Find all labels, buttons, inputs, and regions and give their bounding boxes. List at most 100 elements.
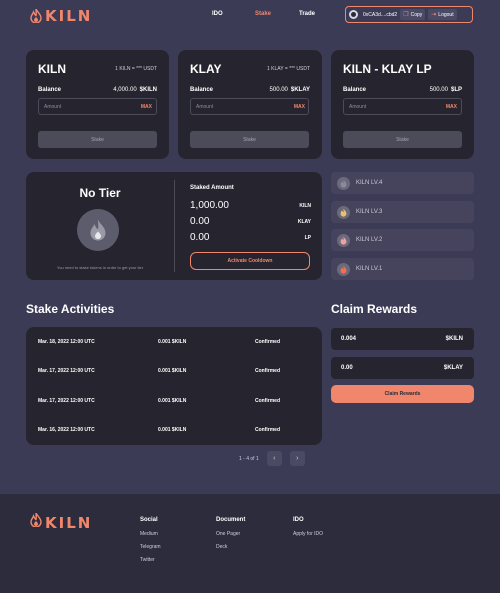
activity-status: Confirmed <box>255 368 280 374</box>
balance-unit: $KLAY <box>290 87 310 93</box>
footer-link-twitter[interactable]: Twitter <box>140 557 161 563</box>
flame-logo-icon <box>30 512 42 532</box>
card-title: KLAY <box>190 62 222 76</box>
staked-unit: KILN <box>299 202 311 209</box>
tier-card: No Tier You need to stake tokens in orde… <box>26 172 322 280</box>
pagination-text: 1 - 4 of 1 <box>239 455 259 462</box>
nav-ido[interactable]: IDO <box>212 11 223 17</box>
table-row: Mar. 17, 2022 12:00 UTC 0.001 $KILN Conf… <box>26 356 322 385</box>
footer-heading: Social <box>140 517 158 523</box>
staked-value: 1,000.00 <box>190 200 229 211</box>
level-label: KILN LV.1 <box>356 266 383 272</box>
balance-value: 500.00 $LP <box>430 87 462 93</box>
max-button[interactable]: MAX <box>446 104 457 110</box>
prev-page-button[interactable]: ‹ <box>266 451 282 466</box>
balance-amount: 500.00 <box>429 87 448 93</box>
staked-amount-title: Staked Amount <box>190 185 234 191</box>
logout-icon: ⇥ <box>431 12 437 18</box>
pagination: 1 - 4 of 1 ‹ › <box>239 451 305 466</box>
nav-trade[interactable]: Trade <box>299 11 315 17</box>
level-label: KILN LV.3 <box>356 209 383 215</box>
staked-row-kiln: 1,000.00 KILN <box>190 200 311 211</box>
claim-rewards-button[interactable]: Claim Rewards <box>331 385 474 403</box>
stake-activities-title: Stake Activities <box>26 302 115 316</box>
activities-table: Mar. 18, 2022 12:00 UTC 0.001 $KILN Conf… <box>26 327 322 445</box>
reward-item-kiln: 0.004 $KILN <box>331 328 474 350</box>
table-row: Mar. 17, 2022 12:00 UTC 0.001 $KILN Conf… <box>26 386 322 415</box>
stake-button[interactable]: Stake <box>190 131 309 148</box>
staked-row-klay: 0.00 KLAY <box>190 216 311 227</box>
footer-link-medium[interactable]: Medium <box>140 531 161 537</box>
balance-label: Balance <box>38 87 62 93</box>
amount-input[interactable]: Amount <box>190 98 309 115</box>
card-title: KILN - KLAY LP <box>343 62 432 76</box>
flame-icon <box>337 176 350 190</box>
copy-label: Copy <box>410 11 423 18</box>
wallet-box: 0xCA3d....cbd2 ❐ Copy ⇥ Logout <box>345 6 473 23</box>
logo-wordmark: KILN <box>45 7 93 25</box>
card-title: KILN <box>38 62 66 76</box>
activate-cooldown-button[interactable]: Activate Cooldown <box>190 252 310 270</box>
activity-date: Mar. 17, 2022 12:00 UTC <box>38 398 95 404</box>
balance-amount: 4,000.00 <box>113 87 137 93</box>
balance-unit: $LP <box>450 87 462 93</box>
chevron-left-icon: ‹ <box>273 455 276 462</box>
stake-button[interactable]: Stake <box>343 131 462 148</box>
level-item-1[interactable]: KILN LV.1 <box>331 258 474 280</box>
chevron-right-icon: › <box>296 455 299 462</box>
logo-wordmark: KILN <box>45 513 93 532</box>
footer: KILN Social Medium Telegram Twitter Docu… <box>0 494 500 593</box>
footer-column-social: Social Medium Telegram Twitter <box>140 517 161 570</box>
amount-input[interactable]: Amount <box>343 98 462 115</box>
activity-date: Mar. 18, 2022 12:00 UTC <box>38 339 95 345</box>
level-item-3[interactable]: KILN LV.3 <box>331 201 474 223</box>
tier-name: No Tier <box>79 186 121 200</box>
top-header: KILN IDO Stake Trade 0xCA3d....cbd2 ❐ Co… <box>0 0 500 32</box>
divider <box>174 180 175 272</box>
staked-row-lp: 0.00 LP <box>190 232 311 243</box>
balance-unit: $KILN <box>139 87 157 93</box>
activity-amount: 0.001 $KILN <box>158 339 187 345</box>
reward-value: 0.004 <box>341 336 357 342</box>
level-item-4[interactable]: KILN LV.4 <box>331 172 474 194</box>
activity-status: Confirmed <box>255 398 280 404</box>
wallet-avatar <box>349 10 358 19</box>
balance-label: Balance <box>343 87 367 93</box>
copy-icon: ❐ <box>403 12 409 18</box>
balance-amount: 500.00 <box>269 87 288 93</box>
next-page-button[interactable]: › <box>289 451 305 466</box>
flame-icon <box>337 205 350 219</box>
staked-unit: KLAY <box>297 218 311 225</box>
stake-button[interactable]: Stake <box>38 131 157 148</box>
claim-rewards-title: Claim Rewards <box>331 302 418 316</box>
reward-unit: $KILN <box>445 336 463 342</box>
kiln-logo[interactable]: KILN <box>30 7 92 25</box>
footer-heading: IDO <box>293 517 304 523</box>
amount-input[interactable]: Amount <box>38 98 157 115</box>
max-button[interactable]: MAX <box>141 104 152 110</box>
table-row: Mar. 16, 2022 12:00 UTC 0.001 $KILN Conf… <box>26 415 322 444</box>
activity-date: Mar. 16, 2022 12:00 UTC <box>38 427 95 433</box>
nav-stake[interactable]: Stake <box>255 11 271 17</box>
footer-link-telegram[interactable]: Telegram <box>140 544 161 550</box>
level-item-2[interactable]: KILN LV.2 <box>331 229 474 251</box>
stake-card-kiln: KILN 1 KILN = *** USDT Balance 4,000.00 $… <box>26 50 169 159</box>
footer-logo[interactable]: KILN <box>30 512 93 532</box>
activity-amount: 0.001 $KILN <box>158 398 187 404</box>
flame-icon <box>337 233 350 247</box>
card-rate: 1 KILN = *** USDT <box>115 66 157 72</box>
tier-badge <box>77 209 119 251</box>
card-rate: 1 KLAY = *** USDT <box>266 66 310 72</box>
stake-card-lp: KILN - KLAY LP Balance 500.00 $LP Amount … <box>331 50 474 159</box>
staked-value: 0.00 <box>190 232 210 243</box>
logout-button[interactable]: ⇥ Logout <box>428 9 457 20</box>
copy-button[interactable]: ❐ Copy <box>400 9 426 20</box>
footer-link-one-pager[interactable]: One Pager <box>216 531 245 537</box>
footer-link-deck[interactable]: Deck <box>216 544 245 550</box>
reward-item-klay: 0.00 $KLAY <box>331 357 474 379</box>
footer-link-apply-ido[interactable]: Apply for IDO <box>293 531 323 537</box>
max-button[interactable]: MAX <box>294 104 305 110</box>
level-label: KILN LV.4 <box>356 180 383 186</box>
reward-unit: $KLAY <box>443 365 463 371</box>
footer-column-document: Document One Pager Deck <box>216 517 245 557</box>
